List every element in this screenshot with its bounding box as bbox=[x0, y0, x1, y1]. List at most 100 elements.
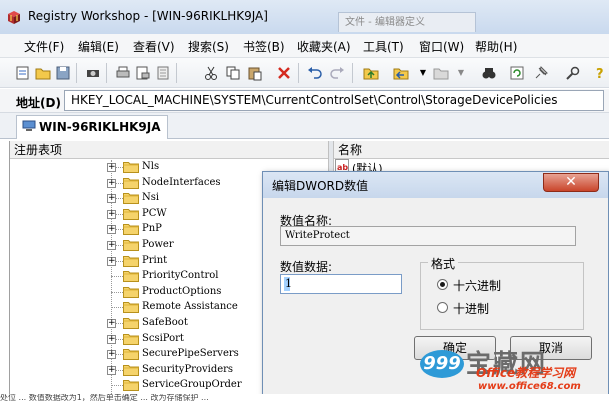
folder-icon bbox=[123, 302, 139, 314]
back-icon[interactable] bbox=[392, 64, 410, 82]
value-name-field: WriteProtect bbox=[280, 226, 576, 246]
menu-favorites[interactable]: 收藏夹(A) bbox=[297, 38, 351, 55]
copy-icon[interactable] bbox=[224, 64, 242, 82]
up-level-icon[interactable] bbox=[362, 64, 380, 82]
tree-item-label: ScsiPort bbox=[142, 332, 184, 344]
expand-toggle-icon[interactable]: + bbox=[107, 209, 116, 219]
tree-item-label: SecurityProviders bbox=[142, 363, 234, 375]
refresh-icon[interactable] bbox=[508, 64, 526, 82]
delete-icon[interactable] bbox=[275, 64, 293, 82]
tree-item-label: NodeInterfaces bbox=[142, 176, 221, 188]
tree-item-label: Print bbox=[142, 254, 168, 266]
open-folder-icon[interactable] bbox=[34, 64, 52, 82]
tree-column-header[interactable]: 注册表项 bbox=[10, 141, 328, 159]
paste-icon[interactable] bbox=[246, 64, 264, 82]
base-groupbox-title: 格式 bbox=[428, 255, 459, 272]
expand-toggle-icon[interactable]: + bbox=[107, 178, 116, 188]
caption-fragment: 处位 ... 数值数据改为1，然后单击确定 ... 改为存储保护 ... bbox=[0, 394, 609, 402]
address-input[interactable]: HKEY_LOCAL_MACHINE\SYSTEM\CurrentControl… bbox=[64, 90, 604, 111]
find-icon[interactable] bbox=[480, 64, 498, 82]
cut-icon[interactable] bbox=[202, 64, 220, 82]
dropdown-arrow-icon[interactable]: ▼ bbox=[452, 64, 470, 82]
expand-toggle-icon[interactable]: + bbox=[107, 163, 116, 172]
radio-decimal-label[interactable]: 十进制 bbox=[453, 300, 489, 317]
value-data-text: 1 bbox=[285, 277, 292, 290]
dialog-title: 编辑DWORD数值 bbox=[272, 179, 369, 193]
expand-toggle-icon[interactable]: + bbox=[107, 334, 116, 344]
base-groupbox bbox=[420, 262, 584, 330]
expand-toggle-icon[interactable]: + bbox=[107, 194, 116, 204]
folder-icon bbox=[123, 364, 139, 376]
tree-item-label: Power bbox=[142, 239, 174, 250]
tree-item-label: ProductOptions bbox=[142, 285, 222, 297]
radio-hexadecimal[interactable] bbox=[437, 279, 448, 290]
expand-toggle-icon[interactable]: + bbox=[107, 256, 116, 266]
menu-edit[interactable]: 编辑(E) bbox=[78, 38, 119, 55]
folder-icon bbox=[123, 271, 139, 283]
folder-icon bbox=[123, 240, 139, 251]
redo-icon[interactable] bbox=[328, 64, 346, 82]
svg-text:?: ? bbox=[596, 67, 604, 82]
expand-toggle-icon[interactable]: + bbox=[107, 225, 116, 235]
folder-icon bbox=[123, 224, 139, 236]
folder-icon bbox=[123, 349, 139, 361]
menu-tools[interactable]: 工具(T) bbox=[363, 38, 404, 55]
undo-icon[interactable] bbox=[306, 64, 324, 82]
menu-search[interactable]: 搜索(S) bbox=[188, 38, 229, 55]
tree-item-label: PnP bbox=[142, 223, 162, 235]
open-registry-icon[interactable] bbox=[14, 64, 32, 82]
menu-window[interactable]: 窗口(W) bbox=[419, 38, 464, 55]
toolbar-separator bbox=[298, 63, 299, 83]
tree-item-label: Remote Assistance bbox=[142, 301, 238, 313]
expand-toggle-icon[interactable]: + bbox=[107, 365, 116, 375]
folder-icon bbox=[123, 193, 139, 205]
save-icon[interactable] bbox=[54, 64, 72, 82]
menu-bookmarks[interactable]: 书签(B) bbox=[243, 38, 285, 55]
folder-icon bbox=[123, 286, 139, 298]
tree-item-label: SafeBoot bbox=[142, 317, 188, 328]
folder-icon bbox=[123, 162, 139, 173]
name-column-header[interactable]: 名称 bbox=[334, 141, 609, 159]
properties-icon[interactable] bbox=[154, 64, 172, 82]
folder-icon bbox=[123, 333, 139, 345]
print-preview-icon[interactable] bbox=[134, 64, 152, 82]
toolbar-separator bbox=[176, 63, 177, 83]
tree-item-label: SecurePipeServers bbox=[142, 348, 239, 360]
background-browser-tab[interactable]: 文件 - 编辑器定义 bbox=[338, 12, 476, 32]
dialog-close-button[interactable]: ✕ bbox=[543, 173, 599, 192]
toolbar-separator bbox=[106, 63, 107, 83]
folder-icon bbox=[123, 208, 139, 220]
menu-help[interactable]: 帮助(H) bbox=[475, 38, 517, 55]
folder-icon bbox=[123, 318, 139, 329]
print-icon[interactable] bbox=[114, 64, 132, 82]
window-title: Registry Workshop - [WIN-96RIKLHK9JA] bbox=[28, 9, 268, 23]
expand-toggle-icon[interactable]: + bbox=[107, 350, 116, 360]
toolbar-separator bbox=[76, 63, 77, 83]
connect-icon[interactable] bbox=[84, 64, 102, 82]
value-data-input[interactable]: 1 bbox=[280, 274, 402, 294]
tree-item-label: Nls bbox=[142, 161, 160, 172]
radio-hexadecimal-label[interactable]: 十六进制 bbox=[453, 277, 501, 294]
menu-file[interactable]: 文件(F) bbox=[24, 38, 64, 55]
pin-icon[interactable] bbox=[532, 64, 550, 82]
tree-item-label: Nsi bbox=[142, 192, 160, 204]
expand-toggle-icon[interactable]: + bbox=[107, 241, 116, 250]
value-data-label: 数值数据: bbox=[280, 260, 333, 274]
help-icon[interactable]: ? bbox=[592, 64, 609, 82]
radio-decimal[interactable] bbox=[437, 302, 448, 313]
folder-icon bbox=[123, 177, 139, 189]
tab-host[interactable]: WIN-96RIKLHK9JA bbox=[16, 115, 168, 139]
watermark-logo-bubble: 999 bbox=[420, 350, 464, 378]
expand-toggle-icon[interactable]: + bbox=[107, 319, 116, 328]
tools-icon[interactable] bbox=[564, 64, 582, 82]
tree-item-label: PCW bbox=[142, 207, 167, 219]
folder-icon bbox=[123, 255, 139, 267]
dropdown-arrow-icon[interactable]: ▼ bbox=[414, 64, 432, 82]
forward-icon[interactable] bbox=[432, 64, 450, 82]
watermark-tagline: Office教程学习网 bbox=[476, 366, 576, 380]
tree-item-label: PriorityControl bbox=[142, 270, 219, 282]
radio-selected-dot bbox=[440, 282, 445, 287]
menu-view[interactable]: 查看(V) bbox=[133, 38, 175, 55]
toolbar-separator bbox=[352, 63, 353, 83]
address-label: 地址(D) bbox=[16, 96, 61, 110]
